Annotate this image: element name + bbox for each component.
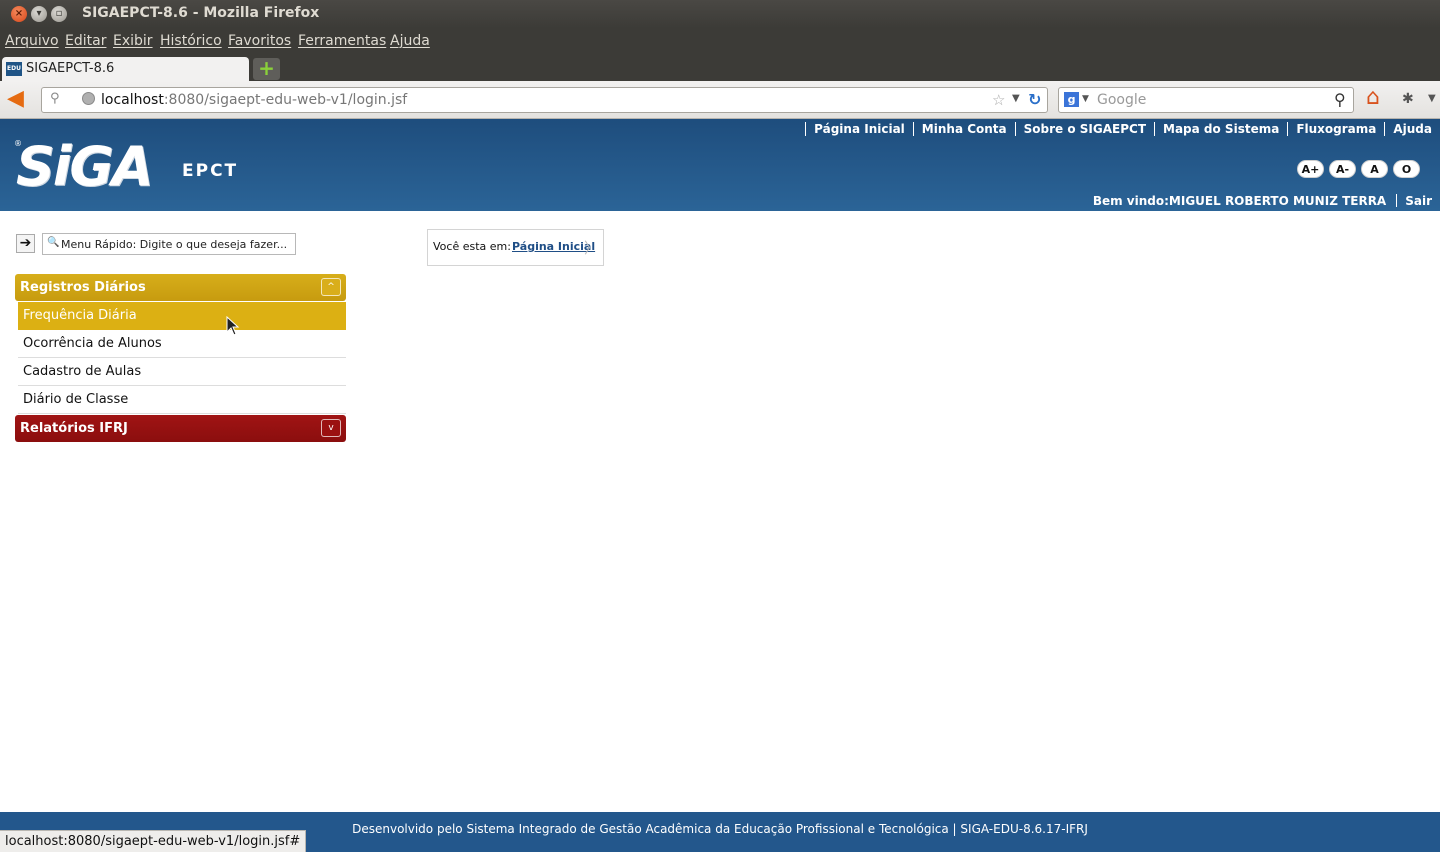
- browser-tabbar: EDU SIGAEPCT-8.6 +: [0, 54, 1440, 81]
- breadcrumb: Você esta em: Página Inicial 〉: [427, 229, 604, 266]
- font-increase-button[interactable]: A+: [1297, 160, 1324, 178]
- link-mapa-do-sistema[interactable]: Mapa do Sistema: [1154, 122, 1287, 136]
- menu-item-frequencia-diaria[interactable]: Frequência Diária: [18, 302, 346, 330]
- globe-icon: [82, 92, 95, 105]
- window-close-icon[interactable]: ×: [11, 6, 27, 22]
- site-header: Página Inicial Minha Conta Sobre o SIGAE…: [0, 119, 1440, 211]
- logo-sub-text: EPCT: [182, 161, 239, 181]
- browser-tab[interactable]: EDU SIGAEPCT-8.6: [2, 57, 249, 81]
- link-minha-conta[interactable]: Minha Conta: [912, 122, 1015, 136]
- menu-item-ocorrencia-alunos[interactable]: Ocorrência de Alunos: [18, 330, 346, 358]
- url-text[interactable]: localhost:8080/sigaept-edu-web-v1/login.…: [101, 92, 407, 108]
- link-pagina-inicial[interactable]: Página Inicial: [805, 122, 913, 136]
- menu-ferramentas[interactable]: Ferramentas: [298, 33, 386, 49]
- search-input[interactable]: Google: [1097, 92, 1146, 108]
- window-titlebar: × ▾ ▫ SIGAEPCT-8.6 - Mozilla Firefox: [0, 0, 1440, 28]
- home-icon[interactable]: ⌂: [1366, 87, 1380, 109]
- identity-icon[interactable]: ⚲: [50, 91, 60, 106]
- link-ajuda[interactable]: Ajuda: [1384, 122, 1432, 136]
- breadcrumb-link-home[interactable]: Página Inicial: [512, 240, 595, 253]
- panel-relatorios-ifrj[interactable]: Relatórios IFRJ v: [15, 415, 346, 442]
- breadcrumb-arrow-icon: 〉: [584, 239, 600, 257]
- bookmark-star-icon[interactable]: ☆: [992, 91, 1005, 109]
- overflow-chevron-icon[interactable]: ▼: [1428, 93, 1436, 104]
- browser-menubar: Arquivo Editar Exibir Histórico Favorito…: [0, 28, 1440, 54]
- quick-menu-input[interactable]: 🔍 Menu Rápido: Digite o que deseja fazer…: [42, 233, 296, 255]
- menu-item-cadastro-aulas[interactable]: Cadastro de Aulas: [18, 358, 346, 386]
- tab-label: SIGAEPCT-8.6: [26, 61, 115, 76]
- quick-menu-go-button[interactable]: ➔: [16, 234, 35, 253]
- panel-registros-diarios[interactable]: Registros Diários ^: [15, 274, 346, 301]
- menu-ajuda[interactable]: Ajuda: [390, 33, 430, 49]
- search-engine-dropdown-icon[interactable]: ▼: [1082, 94, 1089, 104]
- new-tab-button[interactable]: +: [253, 58, 280, 80]
- search-icon[interactable]: ⚲: [1334, 90, 1346, 109]
- quick-menu-search-icon: 🔍: [47, 237, 60, 248]
- menu-historico[interactable]: Histórico: [160, 33, 222, 49]
- expand-chevron-down-icon[interactable]: v: [321, 419, 341, 437]
- reload-icon[interactable]: ↻: [1028, 90, 1041, 109]
- logo-main-text: SiGA: [16, 135, 154, 198]
- browser-status-bar: localhost:8080/sigaept-edu-web-v1/login.…: [0, 830, 307, 852]
- mouse-cursor-icon: [226, 316, 240, 336]
- menu-exibir[interactable]: Exibir: [113, 33, 153, 49]
- url-bar[interactable]: ⚲ localhost:8080/sigaept-edu-web-v1/logi…: [41, 87, 1048, 113]
- back-arrow-icon[interactable]: ◀: [7, 88, 24, 110]
- panel-title: Relatórios IFRJ: [20, 421, 128, 436]
- menu-editar[interactable]: Editar: [65, 33, 106, 49]
- url-dropdown-icon[interactable]: ▼: [1012, 93, 1020, 104]
- top-links: Página Inicial Minha Conta Sobre o SIGAE…: [805, 122, 1432, 136]
- panel-title: Registros Diários: [20, 280, 146, 295]
- font-size-controls: A+ A- A O: [1297, 160, 1420, 178]
- contrast-button[interactable]: O: [1393, 160, 1420, 178]
- link-fluxograma[interactable]: Fluxograma: [1287, 122, 1384, 136]
- welcome-area: Bem vindo:MIGUEL ROBERTO MUNIZ TERRA Sai…: [1093, 194, 1432, 208]
- link-sobre[interactable]: Sobre o SIGAEPCT: [1014, 122, 1154, 136]
- search-engine-icon[interactable]: g: [1064, 92, 1079, 107]
- logo-registered-mark: ®: [14, 139, 22, 148]
- menu-arquivo[interactable]: Arquivo: [5, 33, 59, 49]
- logout-link[interactable]: Sair: [1405, 194, 1432, 208]
- window-title: SIGAEPCT-8.6 - Mozilla Firefox: [82, 5, 320, 21]
- welcome-divider: [1396, 194, 1398, 207]
- site-logo[interactable]: ® SiGA EPCT: [14, 139, 236, 195]
- font-decrease-button[interactable]: A-: [1329, 160, 1356, 178]
- menu-item-diario-classe[interactable]: Diário de Classe: [18, 386, 346, 414]
- search-bar[interactable]: g ▼ Google ⚲: [1058, 87, 1354, 113]
- font-reset-button[interactable]: A: [1361, 160, 1388, 178]
- browser-navbar: ◀ ⚲ localhost:8080/sigaept-edu-web-v1/lo…: [0, 81, 1440, 119]
- window-minimize-icon[interactable]: ▾: [31, 6, 47, 22]
- breadcrumb-label: Você esta em:: [433, 240, 511, 253]
- quick-menu-placeholder: Menu Rápido: Digite o que deseja fazer..…: [61, 238, 288, 251]
- addon-icon[interactable]: ✱: [1402, 91, 1414, 107]
- menu-favoritos[interactable]: Favoritos: [228, 33, 291, 49]
- welcome-text: Bem vindo:MIGUEL ROBERTO MUNIZ TERRA: [1092, 194, 1387, 208]
- collapse-chevron-up-icon[interactable]: ^: [321, 278, 341, 296]
- favicon-icon: EDU: [6, 62, 22, 76]
- window-maximize-icon[interactable]: ▫: [51, 6, 67, 22]
